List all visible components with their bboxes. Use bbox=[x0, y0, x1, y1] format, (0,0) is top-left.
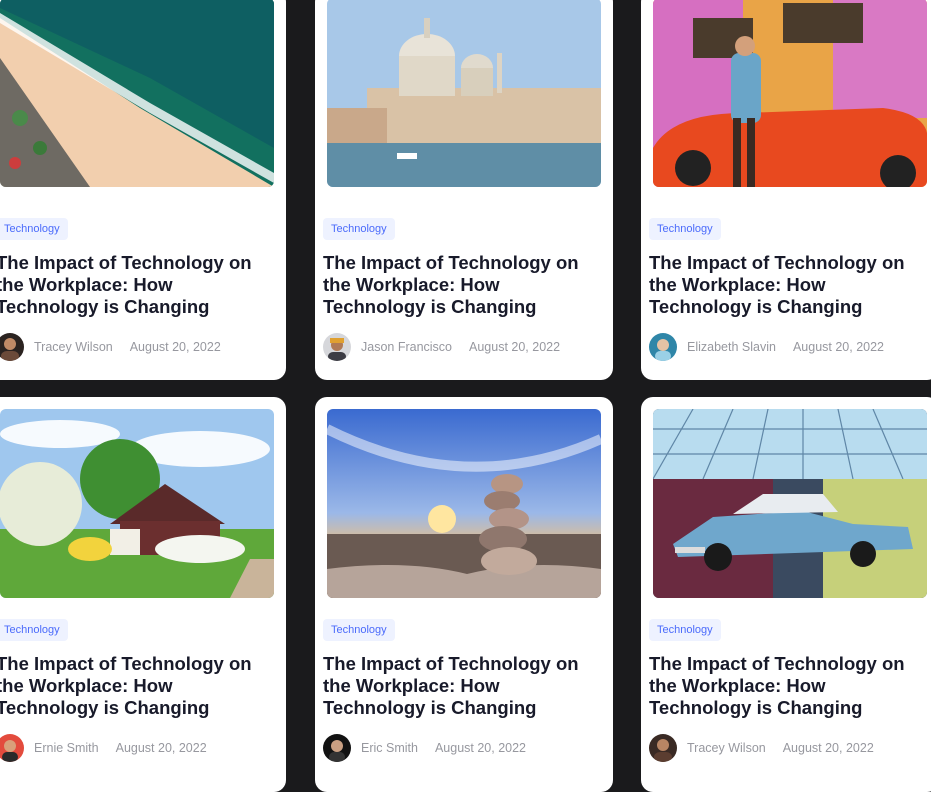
category-badge[interactable]: Technology bbox=[0, 218, 68, 240]
post-image-woman-car[interactable] bbox=[653, 0, 927, 187]
author-avatar bbox=[649, 333, 677, 361]
author-name[interactable]: Eric Smith bbox=[361, 741, 418, 755]
post-meta: Tracey Wilson August 20, 2022 bbox=[649, 734, 874, 762]
post-image-beach[interactable] bbox=[0, 0, 274, 187]
category-badge[interactable]: Technology bbox=[0, 619, 68, 641]
author-avatar bbox=[323, 333, 351, 361]
post-title[interactable]: The Impact of Technology on the Workplac… bbox=[323, 252, 603, 318]
blog-card[interactable]: Technology The Impact of Technology on t… bbox=[0, 397, 286, 792]
post-meta: Tracey Wilson August 20, 2022 bbox=[0, 333, 221, 361]
post-image-classic-car[interactable] bbox=[653, 409, 927, 598]
post-date: August 20, 2022 bbox=[115, 741, 207, 755]
post-date: August 20, 2022 bbox=[469, 340, 561, 354]
post-meta: Elizabeth Slavin August 20, 2022 bbox=[649, 333, 884, 361]
post-meta: Ernie Smith August 20, 2022 bbox=[0, 734, 207, 762]
author-name[interactable]: Jason Francisco bbox=[361, 340, 452, 354]
blog-card[interactable]: Technology The Impact of Technology on t… bbox=[641, 0, 931, 380]
post-date: August 20, 2022 bbox=[792, 340, 884, 354]
post-meta: Jason Francisco August 20, 2022 bbox=[323, 333, 560, 361]
author-name[interactable]: Tracey Wilson bbox=[687, 741, 766, 755]
author-name[interactable]: Elizabeth Slavin bbox=[687, 340, 776, 354]
post-image-cottage[interactable] bbox=[0, 409, 274, 598]
post-meta: Eric Smith August 20, 2022 bbox=[323, 734, 526, 762]
post-title[interactable]: The Impact of Technology on the Workplac… bbox=[323, 653, 603, 719]
category-badge[interactable]: Technology bbox=[649, 218, 721, 240]
author-avatar bbox=[649, 734, 677, 762]
category-badge[interactable]: Technology bbox=[649, 619, 721, 641]
author-avatar bbox=[323, 734, 351, 762]
blog-card[interactable]: Technology The Impact of Technology on t… bbox=[315, 0, 613, 380]
category-badge[interactable]: Technology bbox=[323, 218, 395, 240]
post-title[interactable]: The Impact of Technology on the Workplac… bbox=[649, 653, 929, 719]
post-image-venice[interactable] bbox=[327, 0, 601, 187]
blog-card[interactable]: Technology The Impact of Technology on t… bbox=[0, 0, 286, 380]
author-name[interactable]: Ernie Smith bbox=[34, 741, 99, 755]
author-name[interactable]: Tracey Wilson bbox=[34, 340, 113, 354]
category-badge[interactable]: Technology bbox=[323, 619, 395, 641]
author-avatar bbox=[0, 333, 24, 361]
post-date: August 20, 2022 bbox=[782, 741, 874, 755]
post-image-cairn[interactable] bbox=[327, 409, 601, 598]
post-date: August 20, 2022 bbox=[434, 741, 526, 755]
blog-card[interactable]: Technology The Impact of Technology on t… bbox=[641, 397, 931, 792]
post-title[interactable]: The Impact of Technology on the Workplac… bbox=[649, 252, 929, 318]
post-title[interactable]: The Impact of Technology on the Workplac… bbox=[0, 653, 276, 719]
author-avatar bbox=[0, 734, 24, 762]
post-title[interactable]: The Impact of Technology on the Workplac… bbox=[0, 252, 276, 318]
post-date: August 20, 2022 bbox=[129, 340, 221, 354]
blog-card[interactable]: Technology The Impact of Technology on t… bbox=[315, 397, 613, 792]
